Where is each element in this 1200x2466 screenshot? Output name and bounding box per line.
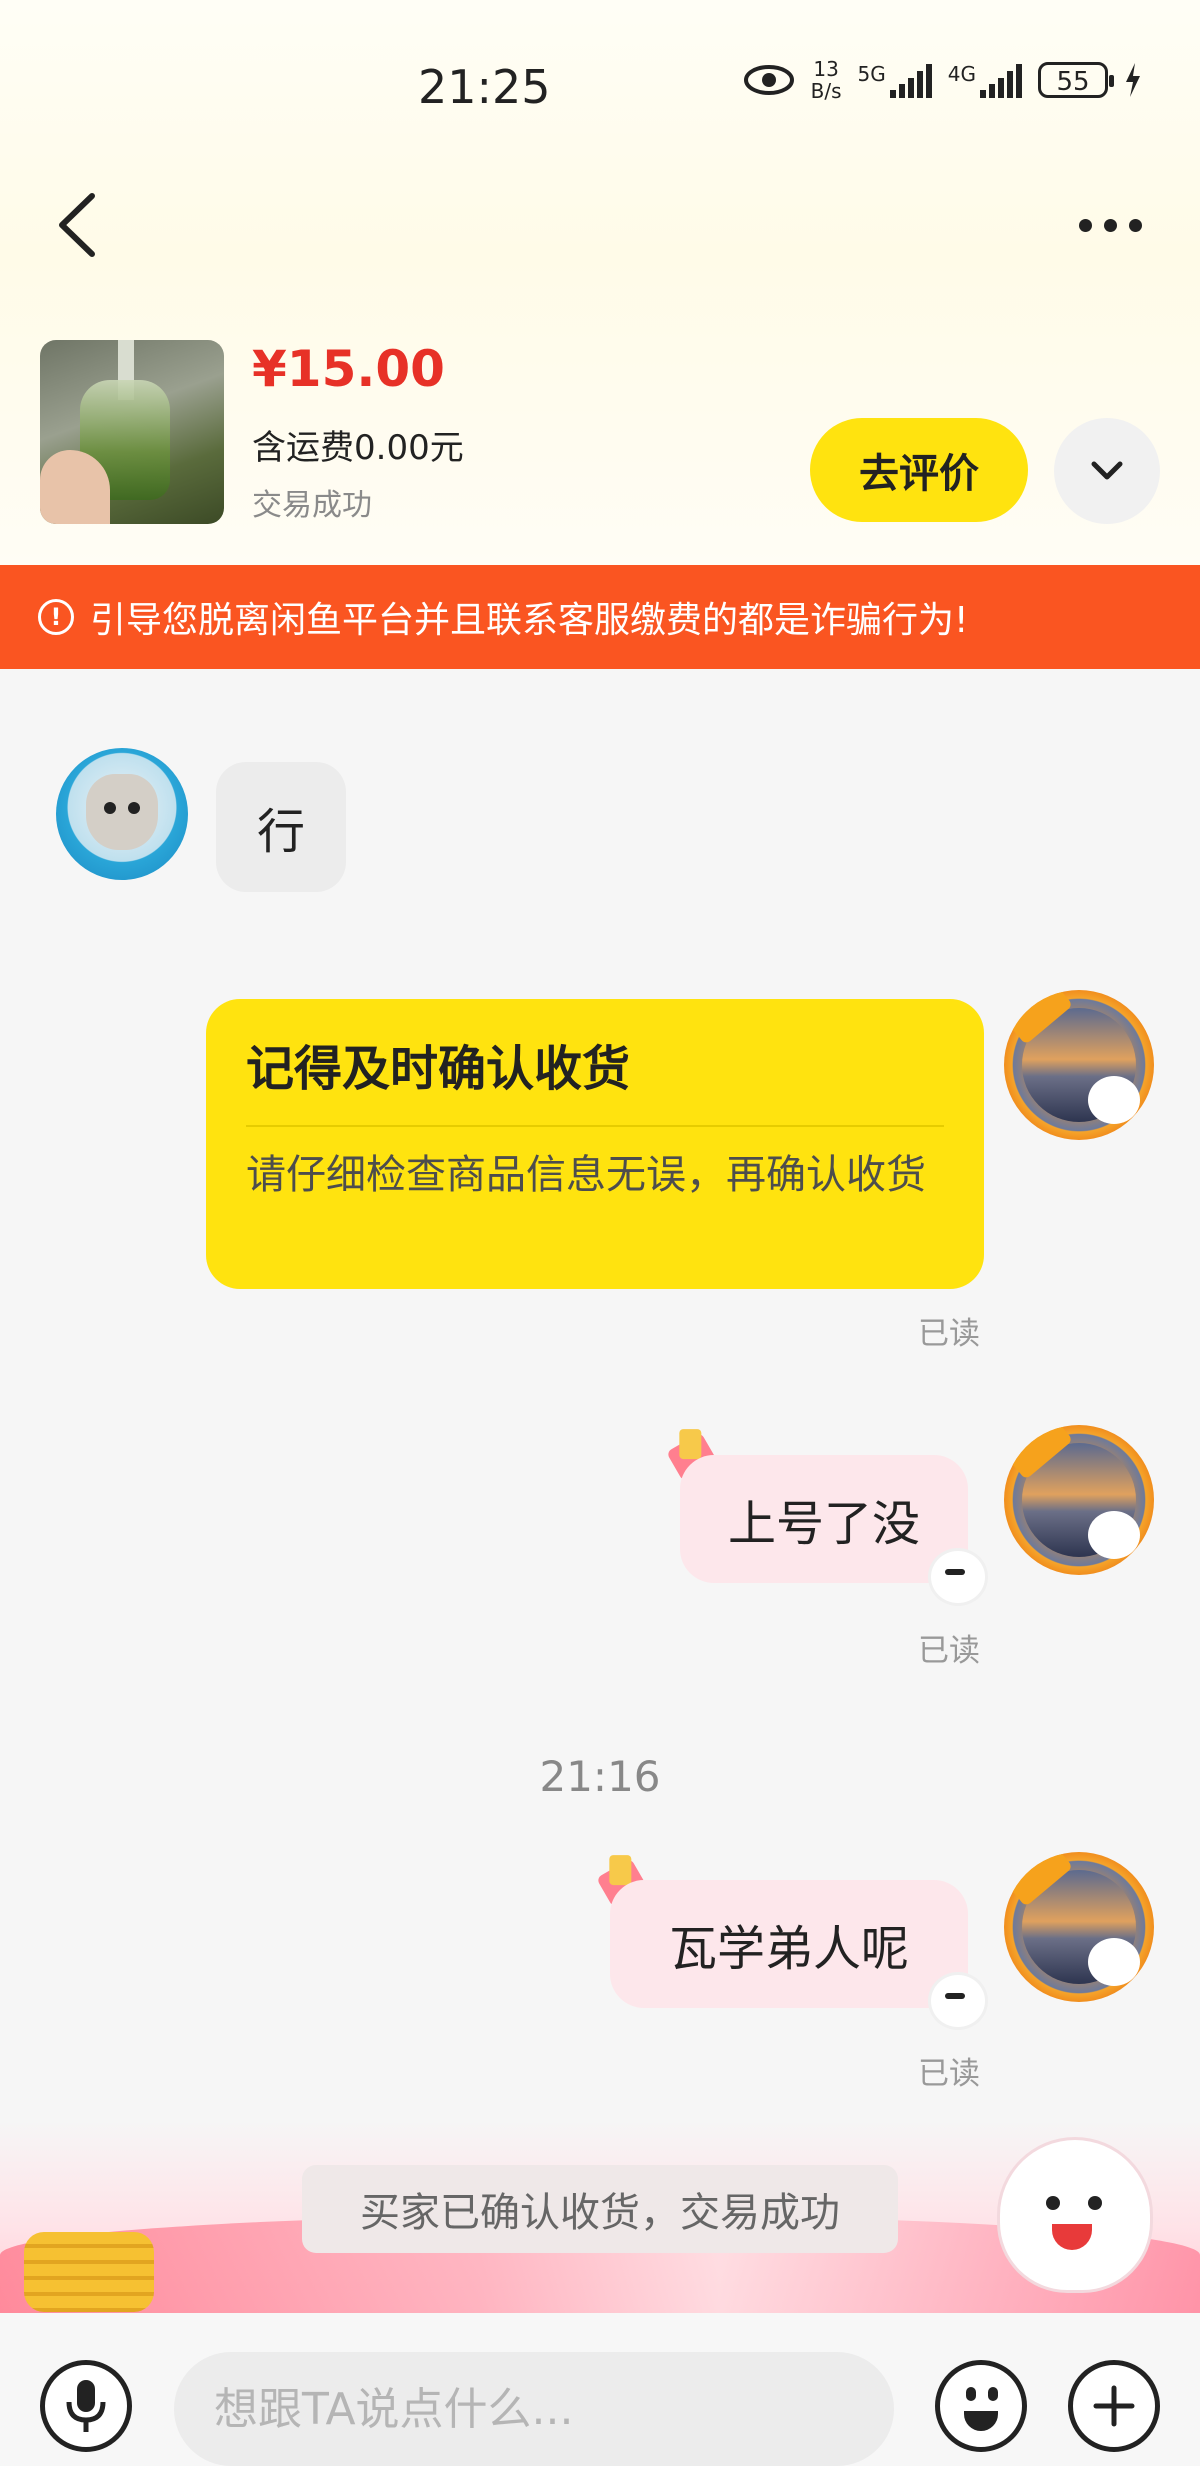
signal-4g: 4G [948, 62, 1022, 98]
avatar-eye [104, 802, 116, 814]
my-avatar[interactable] [1004, 1852, 1154, 2002]
sim1-label: 5G [857, 62, 886, 86]
my-avatar[interactable] [1004, 1425, 1154, 1575]
signal-bars-icon [889, 62, 932, 98]
read-receipt: 已读 [918, 2056, 980, 2092]
microphone-icon [66, 2380, 106, 2432]
chevron-down-icon [1091, 461, 1123, 480]
voice-button[interactable] [40, 2360, 132, 2452]
status-icons: 13 B/s 5G 4G 55 [743, 58, 1142, 102]
review-button[interactable]: 去评价 [810, 418, 1028, 522]
my-avatar[interactable] [1004, 990, 1154, 1140]
network-speed-unit: B/s [810, 79, 842, 103]
product-price: ¥15.00 [252, 340, 445, 398]
status-time: 21:25 [418, 60, 551, 114]
charging-bolt-icon [1126, 63, 1140, 97]
add-attachment-button[interactable] [1068, 2360, 1160, 2452]
avatar-mascot-icon [1088, 1511, 1140, 1559]
my-message-bubble[interactable]: 上号了没 [680, 1455, 968, 1583]
confirm-card-body: 请仔细检查商品信息无误，再确认收货 [246, 1152, 926, 1198]
mascot-mouth [1052, 2224, 1092, 2250]
mascot-eye [1046, 2196, 1060, 2210]
fraud-warning-text: 引导您脱离闲鱼平台并且联系客服缴费的都是诈骗行为! [90, 600, 969, 641]
avatar-mascot-icon [1088, 1076, 1140, 1124]
network-speed-value: 13 [813, 57, 839, 81]
seller-message-bubble[interactable]: 行 [216, 762, 346, 892]
back-button[interactable] [52, 190, 112, 260]
signal-bars-icon [980, 62, 1022, 98]
emoji-eye [988, 2387, 998, 2401]
sim2-label: 4G [947, 62, 976, 86]
time-divider: 21:16 [539, 1752, 661, 1801]
signal-5g: 5G [858, 62, 932, 98]
message-input[interactable] [174, 2352, 894, 2466]
product-shipping: 含运费0.00元 [252, 428, 464, 468]
mascot-icon [1000, 2140, 1150, 2290]
battery-icon: 55 [1038, 62, 1114, 98]
more-options-button[interactable] [1070, 205, 1150, 245]
read-receipt: 已读 [918, 1633, 980, 1669]
my-message-bubble[interactable]: 瓦学弟人呢 [610, 1880, 968, 2008]
avatar-eye [128, 802, 140, 814]
emoji-button[interactable] [935, 2360, 1027, 2452]
more-dot-icon [1128, 218, 1142, 232]
read-receipt: 已读 [918, 1316, 980, 1352]
system-message: 买家已确认收货，交易成功 [302, 2165, 898, 2253]
seller-avatar[interactable] [56, 748, 188, 880]
fraud-warning-banner: ! 引导您脱离闲鱼平台并且联系客服缴费的都是诈骗行为! [0, 565, 1200, 669]
trade-status: 交易成功 [252, 488, 372, 523]
avatar-mascot-icon [1088, 1938, 1140, 1986]
more-dot-icon [1078, 218, 1092, 232]
mascot-sticker-icon [928, 1548, 988, 1606]
product-thumbnail[interactable] [40, 340, 224, 524]
mascot-eye [1088, 2196, 1102, 2210]
confirm-receipt-card[interactable]: 记得及时确认收货 请仔细检查商品信息无误，再确认收货 [206, 999, 984, 1289]
more-dot-icon [1103, 218, 1117, 232]
emoji-mouth [964, 2411, 998, 2431]
exclamation-circle-icon: ! [38, 599, 74, 635]
avatar-cat-face [86, 774, 158, 850]
network-speed: 13 B/s [811, 58, 842, 102]
chevron-left-icon [59, 193, 95, 257]
card-divider [246, 1125, 944, 1127]
plus-icon [1093, 2385, 1135, 2427]
mascot-sticker-icon [928, 1972, 988, 2030]
emoji-eye [966, 2387, 976, 2401]
eye-icon [743, 65, 794, 95]
gold-coins-icon [24, 2232, 154, 2312]
expand-button[interactable] [1054, 418, 1160, 524]
confirm-card-title: 记得及时确认收货 [246, 1041, 631, 1097]
